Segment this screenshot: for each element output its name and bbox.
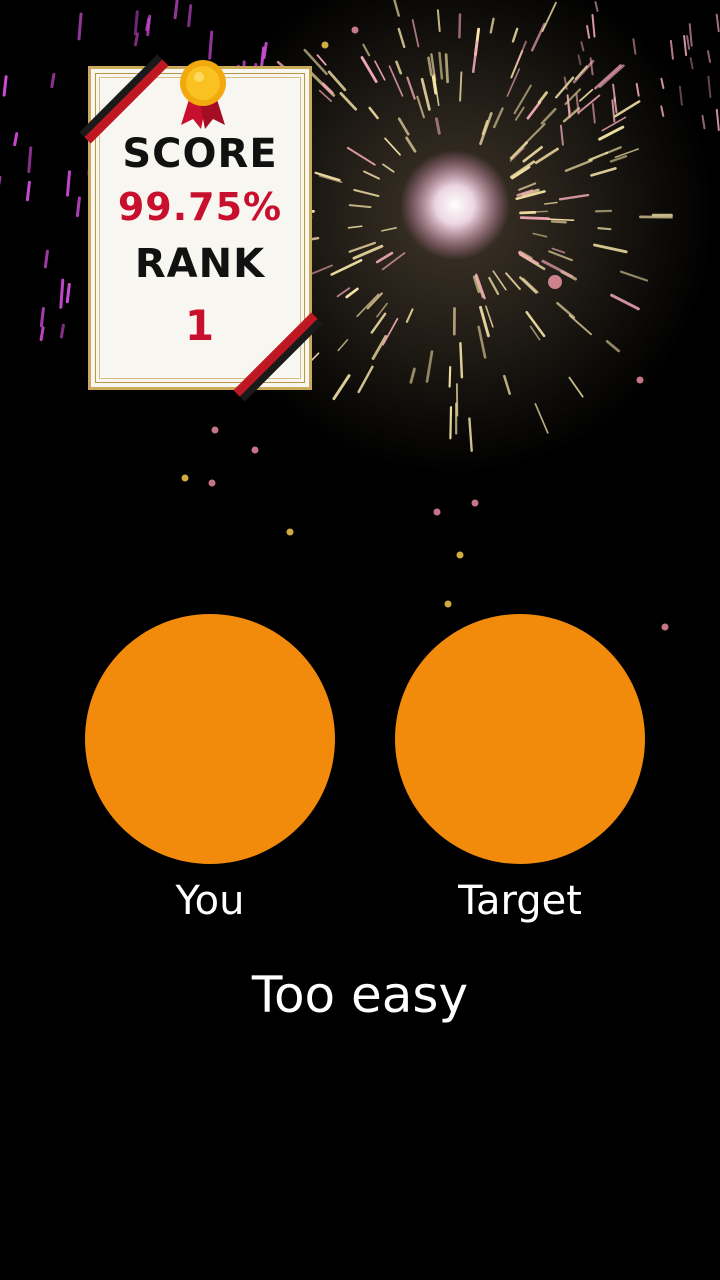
result-message: Too easy [251,966,469,1024]
target-color-swatch [395,614,645,864]
rank-value: 1 [184,301,216,350]
you-label: You [175,878,245,924]
medal-icon [180,60,226,129]
target-label: Target [458,878,582,924]
game-screen: SCORE 99.75% RANK 1 You Target Too easy [0,0,720,1280]
rank-label: RANK [134,241,266,287]
score-card: SCORE 99.75% RANK 1 [79,54,323,402]
score-label: SCORE [122,131,278,177]
you-color-swatch [85,614,335,864]
score-value: 99.75% [117,185,283,229]
